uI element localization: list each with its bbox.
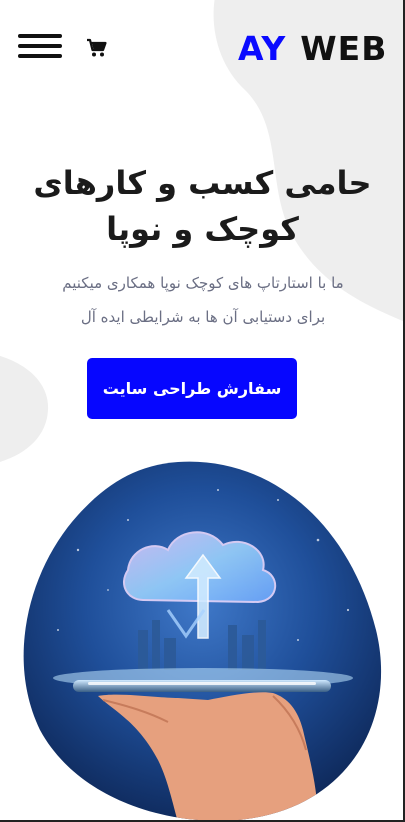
hero-title-line2: کوچک و نوپا — [106, 210, 299, 248]
hamburger-bar — [18, 34, 62, 38]
hero-subtitle: ما با استارتاپ های کوچک نوپا همکاری میکن… — [18, 266, 388, 334]
hamburger-bar — [18, 54, 62, 58]
shopping-cart-icon[interactable] — [86, 38, 108, 58]
hero-title: حامی کسب و کارهای کوچک و نوپا — [20, 160, 385, 252]
hero-subtitle-line2: برای دستیابی آن ها به شرایطی ایده آل — [80, 308, 326, 326]
hamburger-bar — [18, 44, 62, 48]
site-header: AY WEB — [0, 0, 405, 95]
hero-title-line1: حامی کسب و کارهای — [33, 164, 372, 202]
site-logo[interactable]: AY WEB — [238, 28, 387, 68]
logo-web: WEB — [300, 28, 388, 68]
logo-ay: AY — [238, 28, 287, 68]
page: AY WEB حامی کسب و کارهای کوچک و نوپا ما … — [0, 0, 405, 822]
hero-subtitle-line1: ما با استارتاپ های کوچک نوپا همکاری میکن… — [62, 274, 344, 292]
background-blob-left — [0, 355, 49, 462]
hand-holding-phone-cloud-upload-image — [23, 461, 382, 821]
hamburger-menu-icon[interactable] — [18, 34, 62, 60]
order-website-design-button[interactable]: سفارش طراحی سایت — [87, 358, 297, 419]
